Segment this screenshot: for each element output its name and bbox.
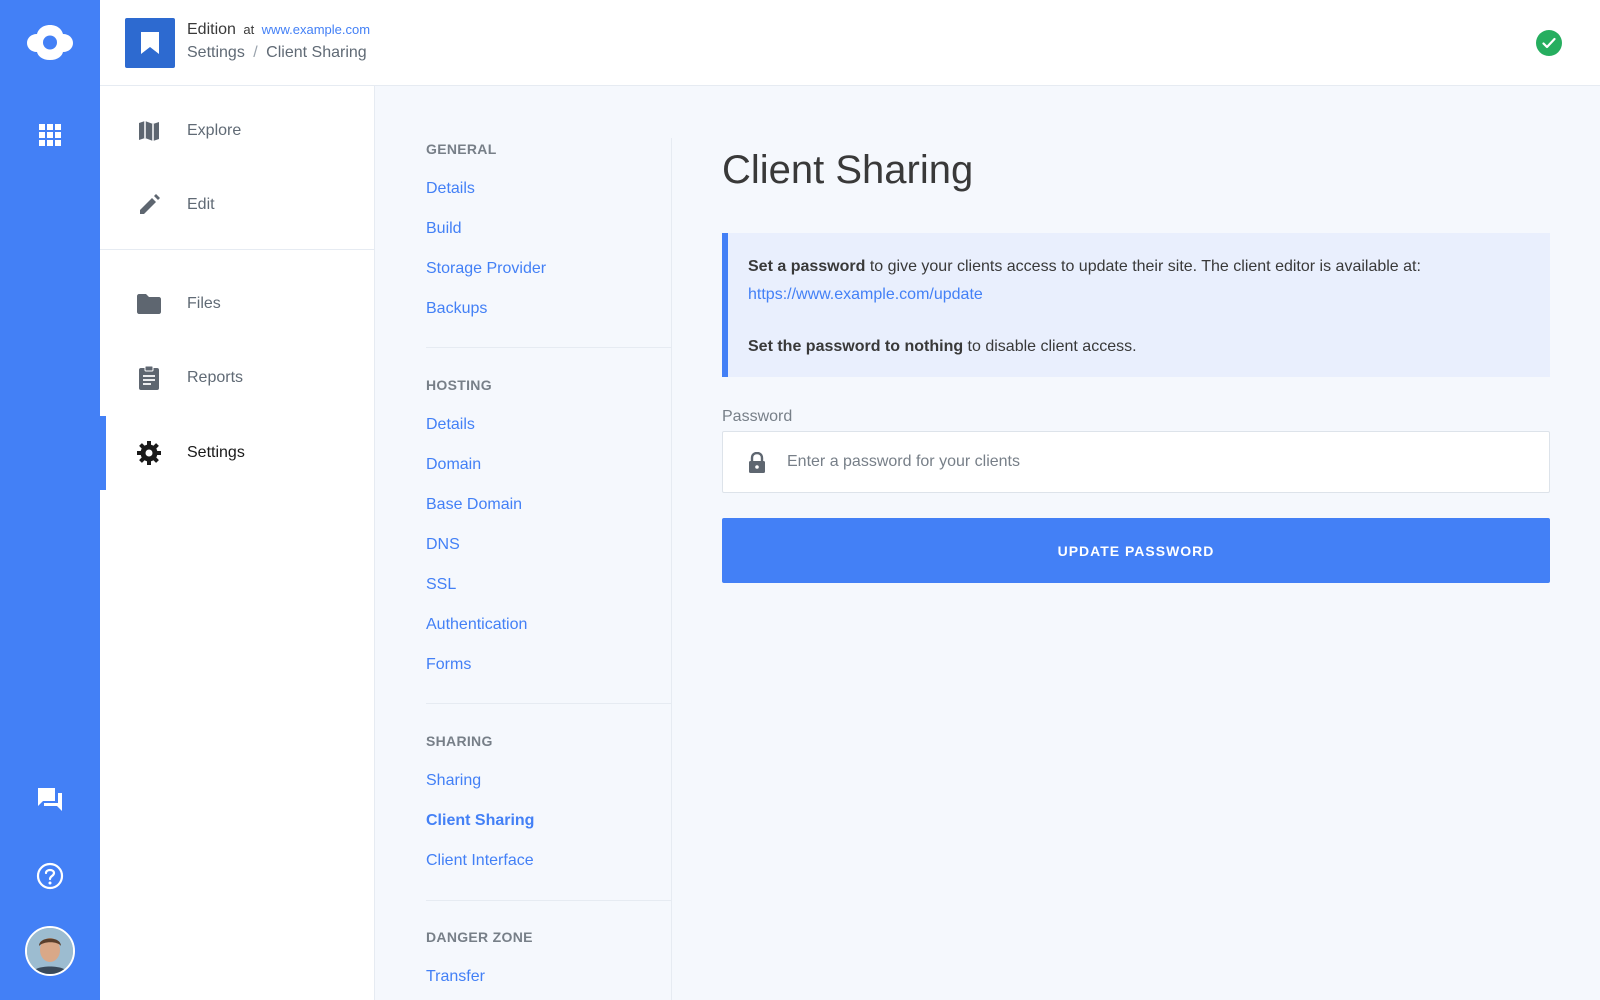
check-circle-icon[interactable] xyxy=(1536,30,1562,56)
user-avatar[interactable] xyxy=(25,926,75,976)
info-paragraph-2: Set the password to nothing to disable c… xyxy=(748,333,1550,361)
subnav-link-dns[interactable]: DNS xyxy=(426,536,460,554)
subnav-link-authentication[interactable]: Authentication xyxy=(426,616,527,634)
avatar-image xyxy=(27,928,73,974)
nav-divider xyxy=(100,249,375,250)
info-text-1: to give your clients access to update th… xyxy=(865,258,1421,275)
help-circle-icon[interactable] xyxy=(36,862,64,890)
info-paragraph-1: Set a password to give your clients acce… xyxy=(748,253,1550,309)
info-bold-2: Set the password to nothing xyxy=(748,338,964,355)
cloudcannon-logo-icon[interactable] xyxy=(26,22,74,62)
page-title: Client Sharing xyxy=(722,148,974,192)
subnav-link-ssl[interactable]: SSL xyxy=(426,576,456,594)
nav-label: Files xyxy=(187,295,221,312)
password-label: Password xyxy=(722,408,793,425)
settings-subnav: GENERAL Details Build Storage Provider B… xyxy=(426,138,672,1000)
subnav-link-general-details[interactable]: Details xyxy=(426,180,475,198)
client-editor-link[interactable]: https://www.example.com/update xyxy=(748,286,983,303)
subnav-link-client-interface[interactable]: Client Interface xyxy=(426,852,534,870)
password-input[interactable] xyxy=(787,432,1527,492)
nav-item-explore[interactable]: Explore xyxy=(100,94,375,168)
nav-label: Edit xyxy=(187,196,215,213)
site-name: Edition xyxy=(187,21,236,38)
subnav-link-transfer[interactable]: Transfer xyxy=(426,968,485,986)
breadcrumb-settings[interactable]: Settings xyxy=(187,44,245,61)
folder-icon xyxy=(136,291,162,317)
lock-icon xyxy=(749,452,765,473)
subnav-link-domain[interactable]: Domain xyxy=(426,456,481,474)
subnav-link-client-sharing[interactable]: Client Sharing xyxy=(426,812,534,830)
pencil-icon xyxy=(136,192,162,218)
nav-item-settings[interactable]: Settings xyxy=(100,416,375,490)
chat-bubbles-icon[interactable] xyxy=(36,786,64,812)
app-rail xyxy=(0,0,100,1000)
nav-label: Explore xyxy=(187,122,242,139)
password-field xyxy=(722,431,1550,493)
nav-item-edit[interactable]: Edit xyxy=(100,168,375,242)
subnav-divider xyxy=(426,900,672,901)
breadcrumb: Settings / Client Sharing xyxy=(187,44,367,62)
clipboard-icon xyxy=(136,365,162,391)
subnav-divider xyxy=(426,347,672,348)
main-nav: Explore Edit Files Reports Settings xyxy=(100,86,375,1000)
subnav-link-sharing[interactable]: Sharing xyxy=(426,772,481,790)
info-text-2: to disable client access. xyxy=(963,338,1137,355)
breadcrumb-separator: / xyxy=(253,44,258,61)
subnav-link-base-domain[interactable]: Base Domain xyxy=(426,496,522,514)
nav-label: Reports xyxy=(187,369,244,386)
subnav-link-storage-provider[interactable]: Storage Provider xyxy=(426,260,546,278)
site-badge[interactable] xyxy=(125,18,175,68)
subnav-link-forms[interactable]: Forms xyxy=(426,656,471,674)
top-header: Edition at www.example.com Settings / Cl… xyxy=(100,0,1600,86)
gear-icon xyxy=(136,440,162,466)
bookmark-icon xyxy=(141,32,159,54)
subnav-heading-sharing: SHARING xyxy=(426,733,493,749)
info-bold-1: Set a password xyxy=(748,258,866,275)
site-at-label: at xyxy=(243,22,255,37)
map-icon xyxy=(136,118,162,144)
grid-apps-icon[interactable] xyxy=(39,124,61,146)
subnav-link-backups[interactable]: Backups xyxy=(426,300,487,318)
site-url-link[interactable]: www.example.com xyxy=(262,22,370,37)
nav-label: Settings xyxy=(187,444,245,461)
subnav-divider xyxy=(426,703,672,704)
subnav-heading-danger-zone: DANGER ZONE xyxy=(426,929,533,945)
subnav-heading-general: GENERAL xyxy=(426,141,497,157)
nav-item-reports[interactable]: Reports xyxy=(100,341,375,415)
breadcrumb-current: Client Sharing xyxy=(266,44,367,61)
subnav-link-build[interactable]: Build xyxy=(426,220,462,238)
subnav-link-hosting-details[interactable]: Details xyxy=(426,416,475,434)
nav-item-files[interactable]: Files xyxy=(100,267,375,341)
site-title: Edition at www.example.com xyxy=(187,21,370,39)
info-callout: Set a password to give your clients acce… xyxy=(722,233,1550,377)
subnav-heading-hosting: HOSTING xyxy=(426,377,492,393)
update-password-button[interactable]: UPDATE PASSWORD xyxy=(722,518,1550,583)
